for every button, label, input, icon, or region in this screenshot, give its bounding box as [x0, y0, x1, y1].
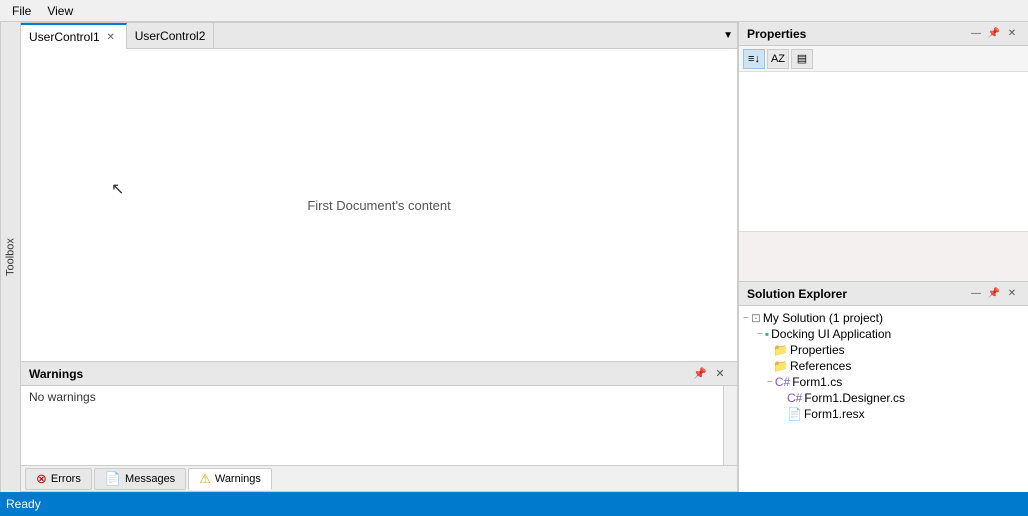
toolbox-sidebar[interactable]: Toolbox — [0, 22, 20, 492]
doc-tab-usercontrol1[interactable]: UserControl1 ✕ — [21, 23, 127, 49]
properties-toolbar: ≡↓ AZ ▤ — [739, 46, 1028, 72]
warnings-panel-title: Warnings — [29, 367, 689, 381]
form1designer-label: Form1.Designer.cs — [804, 391, 905, 405]
warnings-close-button[interactable]: ✕ — [711, 365, 729, 383]
doc-tab-label-2: UserControl2 — [135, 29, 206, 43]
right-panel: Properties — 📌 ✕ ≡↓ AZ ▤ Solution Explor… — [738, 22, 1028, 492]
solution-pin-button[interactable]: 📌 — [986, 286, 1002, 302]
tree-item-references[interactable]: 📁 References — [741, 358, 1026, 374]
menu-bar: File View — [0, 0, 1028, 22]
warnings-scrollbar[interactable] — [723, 386, 737, 465]
document-tabs-bar: UserControl1 ✕ UserControl2 ▼ — [21, 23, 737, 49]
expand-solution-icon: − — [743, 313, 749, 324]
properties-header: Properties — 📌 ✕ — [739, 22, 1028, 46]
warnings-panel-content: No warnings — [21, 386, 737, 465]
solution-label: My Solution (1 project) — [763, 311, 883, 325]
messages-icon: 📄 — [105, 471, 121, 487]
panel-tabs-bar: ⊗ Errors 📄 Messages ⚠ Warnings — [21, 465, 737, 491]
props-categorized-button[interactable]: ≡↓ — [743, 49, 765, 69]
references-folder-label: References — [790, 359, 851, 373]
warnings-icon: ⚠ — [199, 471, 211, 487]
tree-item-form1designer[interactable]: C# Form1.Designer.cs — [741, 390, 1026, 406]
tree-item-form1resx[interactable]: 📄 Form1.resx — [741, 406, 1026, 422]
properties-panel: Properties — 📌 ✕ ≡↓ AZ ▤ — [739, 22, 1028, 282]
solution-explorer-panel: Solution Explorer — 📌 ✕ − ⊡ My Solution … — [739, 282, 1028, 492]
tab-warnings[interactable]: ⚠ Warnings — [188, 468, 272, 490]
messages-tab-label: Messages — [125, 473, 175, 485]
properties-content — [739, 72, 1028, 231]
tree-item-project[interactable]: − ▪ Docking UI Application — [741, 326, 1026, 342]
properties-folder-label: Properties — [790, 343, 845, 357]
form1-cs-label: Form1.cs — [792, 375, 842, 389]
document-area: UserControl1 ✕ UserControl2 ▼ ↖ First Do… — [20, 22, 738, 362]
form1resx-label: Form1.resx — [804, 407, 865, 421]
tab-errors[interactable]: ⊗ Errors — [25, 468, 92, 490]
project-label: Docking UI Application — [771, 327, 891, 341]
solution-close-button[interactable]: ✕ — [1004, 286, 1020, 302]
tree-item-solution[interactable]: − ⊡ My Solution (1 project) — [741, 310, 1026, 326]
props-alphabetical-button[interactable]: AZ — [767, 49, 789, 69]
solution-explorer-header: Solution Explorer — 📌 ✕ — [739, 282, 1028, 306]
doc-tab-usercontrol2[interactable]: UserControl2 — [127, 23, 215, 48]
cursor-icon: ↖ — [111, 179, 124, 199]
expand-project-icon: − — [757, 329, 763, 340]
solution-minimize-button[interactable]: — — [968, 286, 984, 302]
properties-description — [739, 231, 1028, 281]
props-properties-button[interactable]: ▤ — [791, 49, 813, 69]
error-icon: ⊗ — [36, 471, 47, 487]
form1-cs-icon: C# — [775, 375, 790, 389]
form1designer-icon: C# — [787, 391, 802, 405]
doc-tab-label: UserControl1 — [29, 30, 100, 44]
close-tab-button[interactable]: ✕ — [104, 30, 118, 44]
tab-messages[interactable]: 📄 Messages — [94, 468, 186, 490]
warnings-pin-button[interactable]: 📌 — [691, 365, 709, 383]
properties-minimize-button[interactable]: — — [968, 26, 984, 42]
solution-tree: − ⊡ My Solution (1 project) − ▪ Docking … — [739, 306, 1028, 492]
tree-item-properties[interactable]: 📁 Properties — [741, 342, 1026, 358]
tab-dropdown-button[interactable]: ▼ — [719, 23, 737, 48]
properties-pin-button[interactable]: 📌 — [986, 26, 1002, 42]
properties-title: Properties — [747, 27, 966, 41]
main-layout: Toolbox UserControl1 ✕ UserControl2 ▼ ↖ … — [0, 22, 1028, 492]
project-icon: ▪ — [765, 327, 769, 341]
warnings-tab-label: Warnings — [215, 473, 261, 485]
errors-tab-label: Errors — [51, 473, 81, 485]
status-bar: Ready — [0, 492, 1028, 516]
status-text: Ready — [6, 497, 41, 511]
properties-close-button[interactable]: ✕ — [1004, 26, 1020, 42]
references-folder-icon: 📁 — [773, 359, 788, 373]
document-content: ↖ First Document's content — [21, 49, 737, 361]
no-warnings-text: No warnings — [29, 390, 96, 404]
document-text: First Document's content — [307, 198, 450, 213]
properties-folder-icon: 📁 — [773, 343, 788, 357]
warnings-panel: Warnings 📌 ✕ No warnings ⊗ Errors 📄 Mess… — [20, 362, 738, 492]
solution-icon: ⊡ — [751, 311, 761, 325]
warnings-panel-header: Warnings 📌 ✕ — [21, 362, 737, 386]
menu-file[interactable]: File — [4, 2, 39, 20]
tree-item-form1cs[interactable]: − C# Form1.cs — [741, 374, 1026, 390]
solution-explorer-title: Solution Explorer — [747, 287, 966, 301]
expand-form1-icon: − — [767, 377, 773, 388]
center-area: UserControl1 ✕ UserControl2 ▼ ↖ First Do… — [20, 22, 738, 492]
menu-view[interactable]: View — [39, 2, 81, 20]
form1resx-icon: 📄 — [787, 407, 802, 421]
